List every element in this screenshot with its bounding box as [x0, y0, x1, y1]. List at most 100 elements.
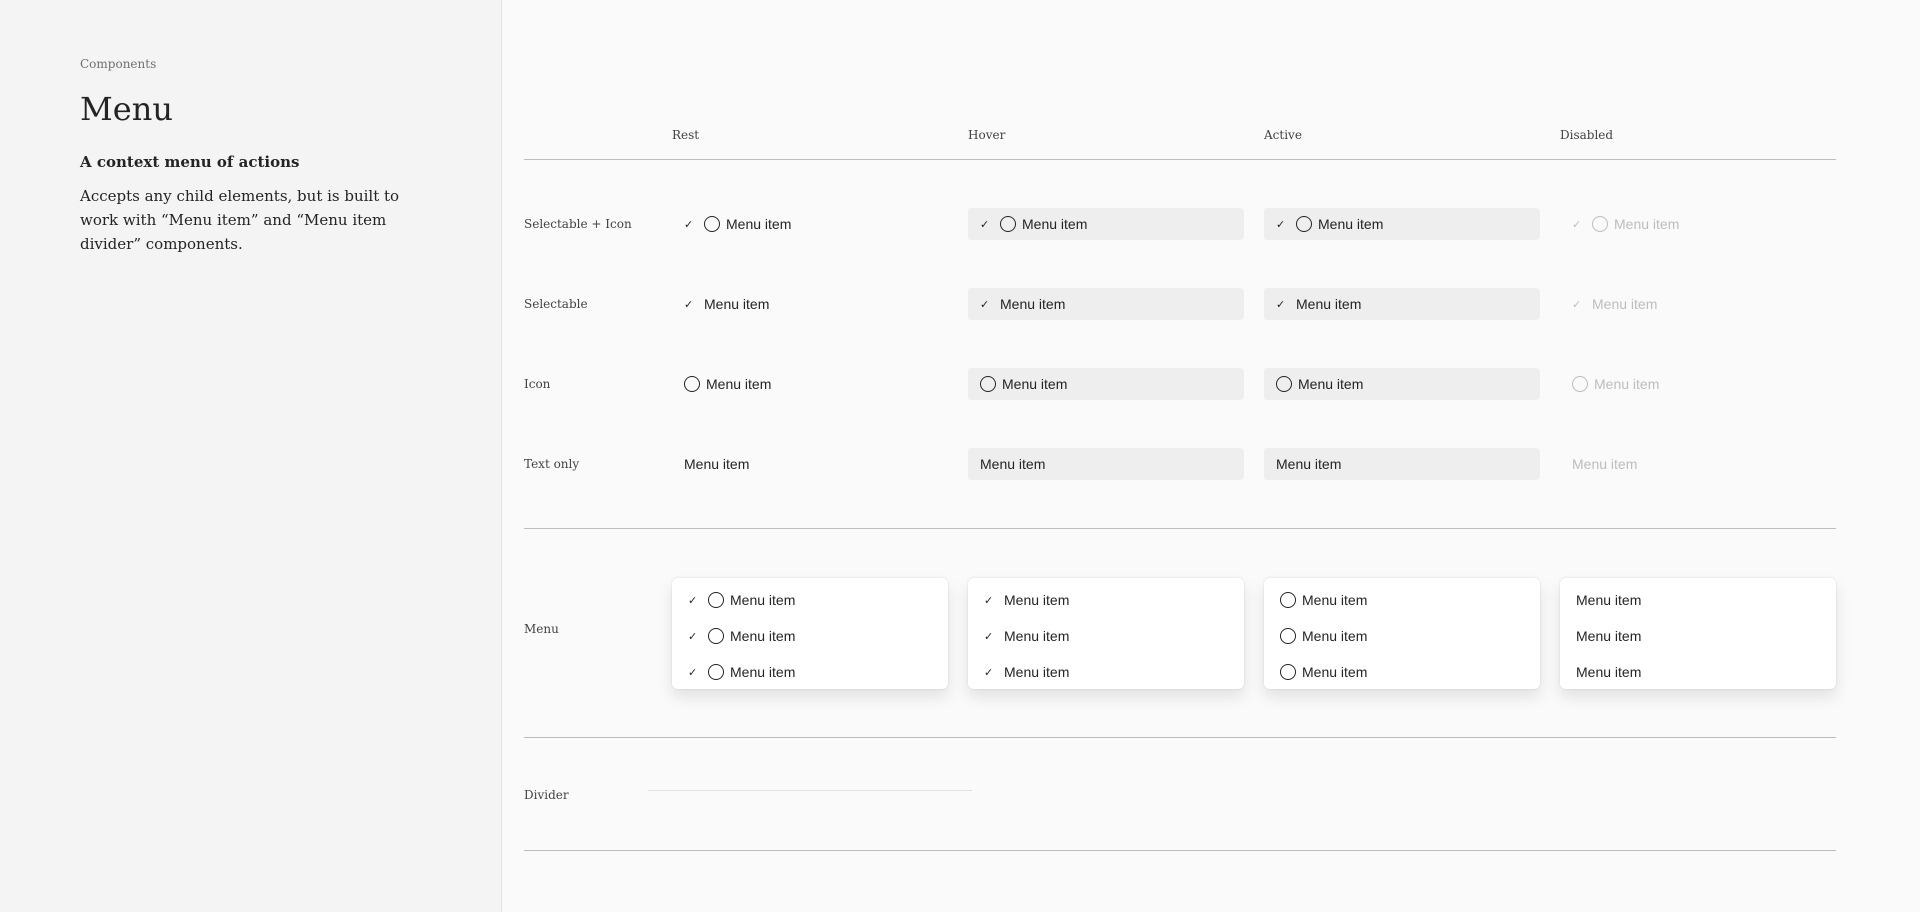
circle-icon	[1276, 376, 1292, 392]
menu-item[interactable]: ✓ Menu item	[676, 654, 944, 690]
row-label-icon: Icon	[524, 377, 551, 391]
page-subtitle: A context menu of actions	[80, 153, 300, 171]
menu-item-label: Menu item	[1592, 296, 1658, 312]
menu-item-icon-rest[interactable]: Menu item	[672, 368, 948, 400]
circle-icon	[1296, 216, 1312, 232]
menu-item-label: Menu item	[730, 628, 796, 644]
menu-item-label: Menu item	[1572, 456, 1638, 472]
circle-icon	[1280, 592, 1296, 608]
menu-item-icon-active[interactable]: Menu item	[1264, 368, 1540, 400]
menu-item-text-disabled: Menu item	[1560, 448, 1836, 480]
menu-item-label: Menu item	[1000, 296, 1066, 312]
menu-selectable-icon: ✓ Menu item ✓ Menu item ✓ Menu item	[672, 578, 948, 689]
checkmark-icon: ✓	[688, 666, 698, 679]
checkmark-icon: ✓	[984, 594, 994, 607]
page-description: Accepts any child elements, but is built…	[80, 187, 400, 253]
menu-item-label: Menu item	[1004, 628, 1070, 644]
circle-icon	[1572, 376, 1588, 392]
menu-item-selectable-rest[interactable]: ✓ Menu item	[672, 288, 948, 320]
menu-item-selectable-icon-hover[interactable]: ✓ Menu item	[968, 208, 1244, 240]
checkmark-icon: ✓	[1572, 298, 1582, 311]
checkmark-icon: ✓	[684, 218, 694, 231]
row-label-text-only: Text only	[524, 457, 580, 471]
menu-item-divider	[648, 790, 972, 791]
menu-item-label: Menu item	[706, 376, 772, 392]
menu-item-label: Menu item	[730, 664, 796, 680]
menu-item-text-hover[interactable]: Menu item	[968, 448, 1244, 480]
checkmark-icon: ✓	[984, 630, 994, 643]
circle-icon	[704, 216, 720, 232]
column-header-hover: Hover	[968, 128, 1006, 142]
menu-item-label: Menu item	[704, 296, 770, 312]
menu-item-label: Menu item	[1022, 216, 1088, 232]
menu-item-label: Menu item	[1296, 296, 1362, 312]
menu-item-selectable-icon-disabled: ✓ Menu item	[1560, 208, 1836, 240]
menu-item-label: Menu item	[1298, 376, 1364, 392]
row-label-divider: Divider	[524, 788, 569, 802]
menu-item-selectable-active[interactable]: ✓ Menu item	[1264, 288, 1540, 320]
checkmark-icon: ✓	[980, 218, 990, 231]
circle-icon	[708, 628, 724, 644]
menu-item-selectable-icon-active[interactable]: ✓ Menu item	[1264, 208, 1540, 240]
section-divider	[524, 737, 1836, 738]
checkmark-icon: ✓	[688, 630, 698, 643]
sidebar-panel: Components Menu A context menu of action…	[0, 0, 502, 912]
menu-item[interactable]: Menu item	[1564, 654, 1832, 690]
column-header-disabled: Disabled	[1560, 128, 1614, 142]
menu-item-label: Menu item	[1594, 376, 1660, 392]
circle-icon	[708, 592, 724, 608]
header-divider	[524, 159, 1836, 160]
circle-icon	[1280, 628, 1296, 644]
menu-item[interactable]: Menu item	[1268, 618, 1536, 654]
checkmark-icon: ✓	[984, 666, 994, 679]
breadcrumb[interactable]: Components	[80, 57, 156, 71]
menu-item-label: Menu item	[1004, 592, 1070, 608]
menu-item-label: Menu item	[1576, 628, 1642, 644]
menu-text-only: Menu item Menu item Menu item	[1560, 578, 1836, 689]
menu-item[interactable]: ✓ Menu item	[972, 618, 1240, 654]
menu-item-label: Menu item	[1002, 376, 1068, 392]
checkmark-icon: ✓	[1276, 298, 1286, 311]
checkmark-icon: ✓	[980, 298, 990, 311]
menu-item[interactable]: Menu item	[1564, 618, 1832, 654]
menu-item-label: Menu item	[1302, 592, 1368, 608]
circle-icon	[1592, 216, 1608, 232]
circle-icon	[684, 376, 700, 392]
menu-item[interactable]: Menu item	[1564, 582, 1832, 618]
menu-item-label: Menu item	[980, 456, 1046, 472]
menu-item-label: Menu item	[726, 216, 792, 232]
menu-item-label: Menu item	[1004, 664, 1070, 680]
checkmark-icon: ✓	[688, 594, 698, 607]
circle-icon	[1000, 216, 1016, 232]
menu-item[interactable]: ✓ Menu item	[972, 582, 1240, 618]
row-label-selectable-icon: Selectable + Icon	[524, 217, 632, 231]
menu-item-text-rest[interactable]: Menu item	[672, 448, 948, 480]
circle-icon	[980, 376, 996, 392]
row-label-selectable: Selectable	[524, 297, 588, 311]
menu-item-label: Menu item	[1302, 628, 1368, 644]
menu-item[interactable]: ✓ Menu item	[972, 654, 1240, 690]
section-divider	[524, 850, 1836, 851]
menu-item-label: Menu item	[1614, 216, 1680, 232]
menu-item-label: Menu item	[1318, 216, 1384, 232]
menu-item-label: Menu item	[684, 456, 750, 472]
checkmark-icon: ✓	[684, 298, 694, 311]
menu-item[interactable]: ✓ Menu item	[676, 582, 944, 618]
menu-icon: Menu item Menu item Menu item	[1264, 578, 1540, 689]
menu-item-selectable-hover[interactable]: ✓ Menu item	[968, 288, 1244, 320]
menu-item-label: Menu item	[1276, 456, 1342, 472]
section-divider	[524, 528, 1836, 529]
menu-item-label: Menu item	[1302, 664, 1368, 680]
menu-item[interactable]: ✓ Menu item	[676, 618, 944, 654]
menu-item-label: Menu item	[730, 592, 796, 608]
menu-item[interactable]: Menu item	[1268, 654, 1536, 690]
menu-selectable: ✓ Menu item ✓ Menu item ✓ Menu item	[968, 578, 1244, 689]
checkmark-icon: ✓	[1276, 218, 1286, 231]
menu-item-text-active[interactable]: Menu item	[1264, 448, 1540, 480]
menu-item-label: Menu item	[1576, 664, 1642, 680]
menu-item-selectable-icon-rest[interactable]: ✓ Menu item	[672, 208, 948, 240]
menu-item-icon-hover[interactable]: Menu item	[968, 368, 1244, 400]
column-header-rest: Rest	[672, 128, 700, 142]
menu-item[interactable]: Menu item	[1268, 582, 1536, 618]
page-title: Menu	[80, 90, 173, 128]
